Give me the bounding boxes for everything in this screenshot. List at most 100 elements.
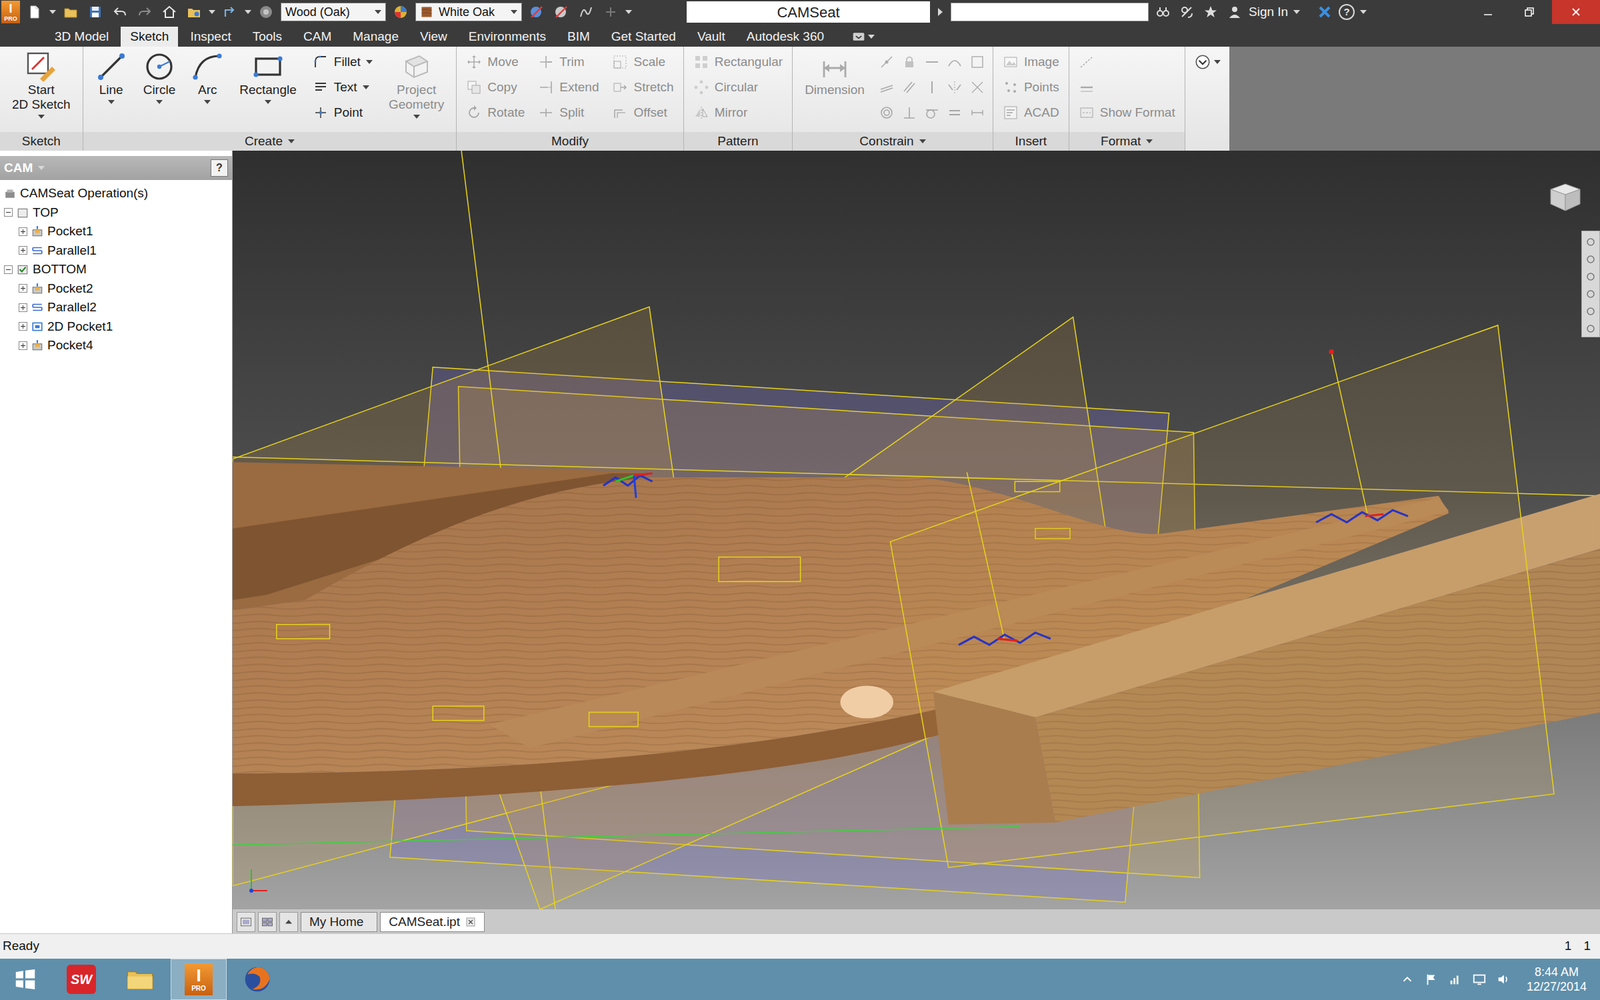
tab-list-button[interactable] bbox=[279, 912, 298, 932]
ball-button[interactable] bbox=[390, 2, 411, 22]
ribbon-button[interactable]: Copy bbox=[460, 74, 530, 100]
sat-button[interactable] bbox=[1176, 2, 1197, 22]
help-search-field[interactable] bbox=[950, 2, 1149, 22]
tree-item[interactable]: Parallel1 bbox=[0, 241, 232, 261]
ribbon-button[interactable] bbox=[1073, 74, 1181, 100]
plus-button[interactable] bbox=[600, 2, 621, 22]
dropdown-arrow[interactable] bbox=[868, 34, 875, 39]
ribbon-tab[interactable]: Manage bbox=[343, 26, 408, 47]
dropdown-arrow[interactable] bbox=[919, 139, 926, 144]
expand-toggle[interactable] bbox=[18, 341, 28, 350]
ribbon-button[interactable]: Extend bbox=[532, 74, 604, 100]
expand-toggle[interactable] bbox=[18, 322, 28, 331]
constraint-button[interactable] bbox=[943, 74, 966, 100]
ribbon-button[interactable]: Offset bbox=[606, 100, 679, 126]
new-button[interactable] bbox=[24, 2, 45, 22]
ribbon-tab[interactable]: BIM bbox=[558, 26, 600, 47]
globe-button[interactable] bbox=[256, 2, 276, 22]
navigation-tool-icon[interactable] bbox=[1585, 306, 1596, 317]
ribbon-button[interactable]: Rotate bbox=[460, 100, 530, 126]
material-dropdown[interactable]: Wood (Oak) bbox=[280, 2, 386, 22]
tree-item[interactable]: Pocket1 bbox=[0, 222, 232, 242]
ribbon-button[interactable]: ProjectGeometry bbox=[380, 49, 452, 132]
tree-item[interactable]: BOTTOM bbox=[0, 260, 232, 280]
ribbon-tab[interactable]: Inspect bbox=[180, 26, 240, 47]
constraint-button[interactable] bbox=[898, 100, 921, 126]
ribbon-button[interactable]: Fillet bbox=[307, 49, 378, 75]
ribbon-button[interactable]: Circular bbox=[688, 74, 788, 100]
constraint-button[interactable] bbox=[875, 49, 898, 75]
model-canvas[interactable] bbox=[232, 150, 1600, 910]
dropdown-arrow[interactable] bbox=[204, 100, 211, 104]
navigation-tool-icon[interactable] bbox=[1585, 288, 1596, 300]
constraint-button[interactable] bbox=[898, 49, 921, 75]
ribbon-button[interactable]: Stretch bbox=[606, 74, 679, 100]
return-button[interactable] bbox=[220, 2, 240, 22]
tile-button[interactable] bbox=[258, 912, 277, 932]
ribbon-tab[interactable]: CAM bbox=[294, 26, 341, 47]
expand-toggle[interactable] bbox=[4, 208, 13, 217]
open-button[interactable] bbox=[60, 2, 81, 22]
dropdown-arrow[interactable] bbox=[510, 10, 518, 14]
navigation-tool-icon[interactable] bbox=[1585, 254, 1596, 265]
dropdown-arrow[interactable] bbox=[244, 10, 252, 14]
constraint-button[interactable] bbox=[875, 100, 898, 126]
taskbar-app[interactable]: SW bbox=[53, 958, 110, 1000]
constraint-button[interactable] bbox=[943, 49, 966, 75]
ribbon-button[interactable]: Start2D Sketch bbox=[4, 49, 79, 132]
param-button[interactable] bbox=[576, 2, 596, 22]
volume-icon[interactable] bbox=[1496, 972, 1511, 987]
minimize-button[interactable] bbox=[1469, 0, 1507, 24]
dropdown-arrow[interactable] bbox=[366, 60, 373, 64]
ribbon-tab[interactable]: Tools bbox=[243, 26, 292, 47]
tree-item[interactable]: 2D Pocket1 bbox=[0, 317, 232, 337]
clock[interactable]: 8:44 AM12/27/2014 bbox=[1520, 964, 1594, 994]
appearance-dropdown[interactable]: White Oak bbox=[415, 2, 522, 22]
restore-button[interactable] bbox=[1510, 0, 1548, 24]
ribbon-group-label[interactable]: Format bbox=[1069, 132, 1185, 151]
ribbon-tab[interactable]: Sketch bbox=[120, 26, 178, 47]
person-button[interactable] bbox=[1224, 2, 1245, 22]
network-icon[interactable] bbox=[1448, 972, 1463, 987]
dropdown-arrow[interactable] bbox=[1293, 10, 1300, 14]
ribbon-tab[interactable]: Vault bbox=[688, 26, 735, 47]
navigation-tool-icon[interactable] bbox=[1585, 323, 1596, 334]
constraint-button[interactable] bbox=[920, 100, 944, 126]
clear-button[interactable] bbox=[526, 2, 547, 22]
dropdown-arrow[interactable] bbox=[49, 10, 56, 14]
model-viewport[interactable] bbox=[232, 150, 1600, 910]
taskbar-app[interactable]: IPRO bbox=[170, 958, 227, 1000]
ribbon-display-toggle[interactable] bbox=[852, 30, 875, 44]
document-tab[interactable]: My Home bbox=[300, 912, 378, 932]
undo-button[interactable] bbox=[110, 2, 130, 22]
tree-item[interactable]: Parallel2 bbox=[0, 298, 232, 318]
clear2-button[interactable] bbox=[551, 2, 572, 22]
tree-item[interactable]: TOP bbox=[0, 203, 232, 223]
ribbon-button[interactable] bbox=[1073, 49, 1181, 75]
project-button[interactable] bbox=[184, 2, 204, 22]
ribbon-button[interactable]: Scale bbox=[606, 49, 679, 75]
display-icon[interactable] bbox=[1472, 972, 1487, 987]
view-cube-icon[interactable] bbox=[1545, 177, 1586, 218]
tree-item[interactable]: Pocket4 bbox=[0, 336, 232, 356]
dropdown-arrow[interactable] bbox=[1360, 10, 1367, 14]
ribbon-tab[interactable]: Autodesk 360 bbox=[737, 26, 834, 47]
ribbon-button[interactable]: Split bbox=[532, 100, 604, 126]
ribbon-group-label[interactable]: Constrain bbox=[792, 132, 993, 151]
taskbar-app[interactable] bbox=[112, 958, 168, 1000]
dropdown-arrow[interactable] bbox=[413, 114, 420, 119]
save-button[interactable] bbox=[85, 2, 106, 22]
expand-toggle[interactable] bbox=[18, 227, 28, 236]
tree-item[interactable]: Pocket2 bbox=[0, 279, 232, 299]
xchange-button[interactable] bbox=[1314, 2, 1335, 22]
navigation-tool-icon[interactable] bbox=[1585, 236, 1596, 248]
dropdown-arrow[interactable] bbox=[156, 100, 163, 104]
ribbon-button[interactable]: Point bbox=[307, 100, 378, 126]
ribbon-tab[interactable]: 3D Model bbox=[45, 26, 118, 47]
search-expand-arrow[interactable] bbox=[938, 8, 943, 16]
redo-button[interactable] bbox=[134, 2, 155, 22]
expand-toggle[interactable] bbox=[18, 284, 28, 293]
constraint-button[interactable] bbox=[966, 74, 989, 100]
constraint-button[interactable] bbox=[875, 74, 898, 100]
expand-toggle[interactable] bbox=[18, 303, 28, 312]
